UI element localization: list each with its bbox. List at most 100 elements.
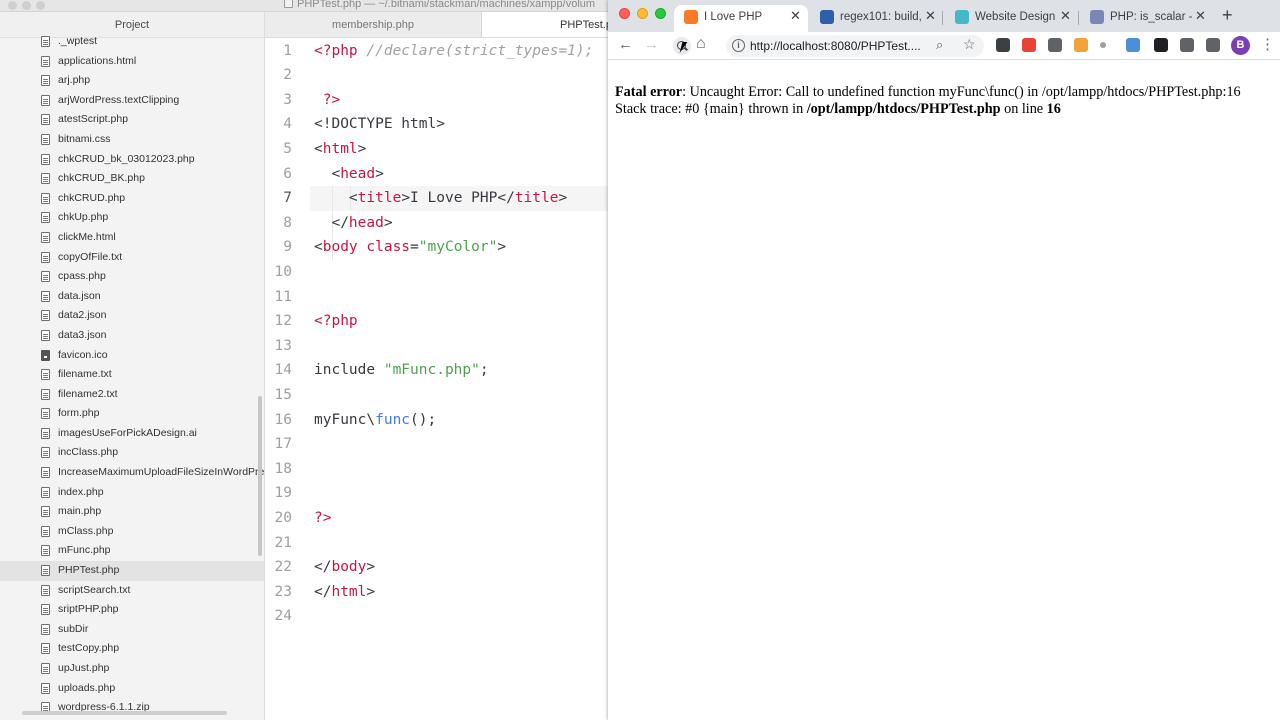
file-name: mClass.php (58, 524, 114, 537)
browser-tab-php-is-scalar[interactable]: PHP: is_scalar - M ✕ (1080, 5, 1214, 32)
file-item[interactable]: bitnami.css (0, 130, 264, 150)
file-item[interactable]: chkCRUD_BK.php (0, 169, 264, 189)
file-item[interactable]: incClass.php (0, 443, 264, 463)
close-tab-icon[interactable]: ✕ (1060, 9, 1071, 23)
file-item[interactable]: testCopy.php (0, 639, 264, 659)
code-token: </ (314, 559, 332, 576)
file-icon (41, 682, 50, 694)
file-item[interactable]: ._wptest (0, 32, 264, 52)
error-on-line: on line (1000, 101, 1047, 117)
browser-tab-regex101[interactable]: regex101: build, t ✕ (810, 5, 943, 32)
home-button[interactable]: ⌂ (696, 35, 706, 53)
file-name: chkUp.php (58, 211, 109, 224)
line-number-gutter: 1 2 3 4 5 6 7 8 9 10 11 12 13 14 15 16 17 18 19 20 21 22 23 24 (265, 38, 310, 720)
fullscreen-window-icon[interactable] (655, 8, 666, 19)
file-item[interactable]: chkCRUD.php (0, 189, 264, 209)
file-name: scriptSearch.txt (58, 583, 131, 596)
zoom-icon[interactable]: ⌕ (936, 37, 943, 53)
file-item[interactable]: chkCRUD_bk_03012023.php (0, 150, 264, 170)
file-icon (41, 251, 50, 263)
address-bar[interactable]: i http://localhost:8080/PHPTest.... ⌕ ☆ (726, 35, 984, 57)
profile-avatar[interactable]: B (1231, 36, 1250, 55)
file-name: mFunc.php (58, 544, 111, 557)
extension-icon[interactable] (1048, 38, 1062, 52)
file-item[interactable]: arj.php (0, 71, 264, 91)
file-name: arj.php (58, 74, 91, 87)
extension-icon[interactable] (996, 38, 1010, 52)
close-tab-icon[interactable]: ✕ (1195, 9, 1206, 23)
image-icon (41, 349, 50, 361)
extension-icon[interactable] (1180, 38, 1194, 52)
file-item[interactable]: applications.html (0, 52, 264, 72)
file-icon (41, 94, 50, 106)
new-tab-button[interactable]: + (1222, 6, 1233, 24)
file-icon (41, 271, 50, 283)
close-window-icon[interactable] (619, 8, 630, 19)
extension-icon[interactable] (1100, 42, 1106, 48)
file-item[interactable]: arjWordPress.textClipping (0, 91, 264, 111)
file-item[interactable]: data3.json (0, 326, 264, 346)
extension-icon[interactable] (1206, 38, 1220, 52)
code-token: < (314, 140, 323, 157)
file-item[interactable]: filename2.txt (0, 385, 264, 405)
file-item[interactable]: imagesUseForPickADesign.ai (0, 424, 264, 444)
close-tab-icon[interactable]: ✕ (790, 9, 801, 23)
browser-tab-i-love-php[interactable]: I Love PHP ✕ (674, 5, 808, 32)
file-item[interactable]: data.json (0, 287, 264, 307)
code-token: <?php (314, 313, 358, 330)
tree-horizontal-scrollbar[interactable] (22, 711, 227, 715)
tab-phptest[interactable]: PHPTest.php (482, 12, 608, 37)
close-tab-icon[interactable]: ✕ (925, 9, 936, 23)
file-item[interactable]: index.php (0, 483, 264, 503)
browser-tab-website-design[interactable]: Website Design M ✕ (945, 5, 1079, 32)
file-item[interactable]: main.php (0, 502, 264, 522)
extension-icon[interactable] (1126, 38, 1140, 52)
tree-vertical-scrollbar[interactable] (258, 396, 262, 556)
forward-button[interactable]: → (644, 36, 659, 54)
site-info-icon[interactable]: i (732, 39, 745, 52)
file-icon (41, 408, 50, 420)
code-token: include (314, 362, 384, 379)
minimize-window-icon[interactable] (637, 8, 648, 19)
file-item[interactable]: favicon.ico (0, 346, 264, 366)
code-token: > (558, 190, 568, 207)
file-item[interactable]: IncreaseMaximumUploadFileSizeInWordPress (0, 463, 264, 483)
file-item[interactable]: filename.txt (0, 365, 264, 385)
file-item[interactable]: uploads.php (0, 679, 264, 699)
browser-toolbar: ← → ⌂ i http://localhost:8080/PHPTest...… (608, 32, 1280, 60)
php-icon (1090, 10, 1104, 24)
file-item[interactable]: upJust.php (0, 659, 264, 679)
zoom-window-icon[interactable] (36, 1, 45, 10)
file-name: chkCRUD.php (58, 191, 126, 204)
browser-menu-icon[interactable]: ⋮ (1260, 36, 1275, 54)
code-line: <?php (314, 309, 358, 334)
minimize-window-icon[interactable] (22, 1, 31, 10)
code-token: "mFunc.php" (383, 362, 480, 379)
file-item[interactable]: form.php (0, 404, 264, 424)
file-item[interactable]: chkUp.php (0, 208, 264, 228)
line-number: 11 (274, 288, 292, 305)
file-item[interactable]: subDir (0, 620, 264, 640)
file-item[interactable]: PHPTest.php (0, 561, 264, 581)
file-item[interactable]: cpass.php (0, 267, 264, 287)
code-token: < (314, 239, 323, 256)
extension-icon[interactable] (1022, 38, 1036, 52)
url-text[interactable]: http://localhost:8080/PHPTest.... (750, 38, 921, 54)
bookmark-star-icon[interactable]: ☆ (963, 36, 976, 53)
file-item[interactable]: mClass.php (0, 522, 264, 542)
file-item[interactable]: scriptSearch.txt (0, 581, 264, 601)
file-item[interactable]: clickMe.html (0, 228, 264, 248)
extension-icon[interactable] (1074, 38, 1088, 52)
file-item[interactable]: mFunc.php (0, 541, 264, 561)
back-button[interactable]: ← (618, 36, 633, 54)
file-item[interactable]: data2.json (0, 306, 264, 326)
file-item[interactable]: atestScript.php (0, 110, 264, 130)
extension-icon[interactable] (1154, 38, 1168, 52)
tab-membership[interactable]: membership.php (265, 12, 482, 37)
close-window-icon[interactable] (8, 1, 17, 10)
file-item[interactable]: copyOfFile.txt (0, 248, 264, 268)
browser-tab-title: Website Design M (975, 11, 1057, 23)
code-area[interactable]: <?php //declare(strict_types=1); ?> <!DOC… (310, 38, 608, 720)
error-line-2: Stack trace: #0 {main} thrown in /opt/la… (615, 101, 1241, 118)
file-item[interactable]: sriptPHP.php (0, 600, 264, 620)
